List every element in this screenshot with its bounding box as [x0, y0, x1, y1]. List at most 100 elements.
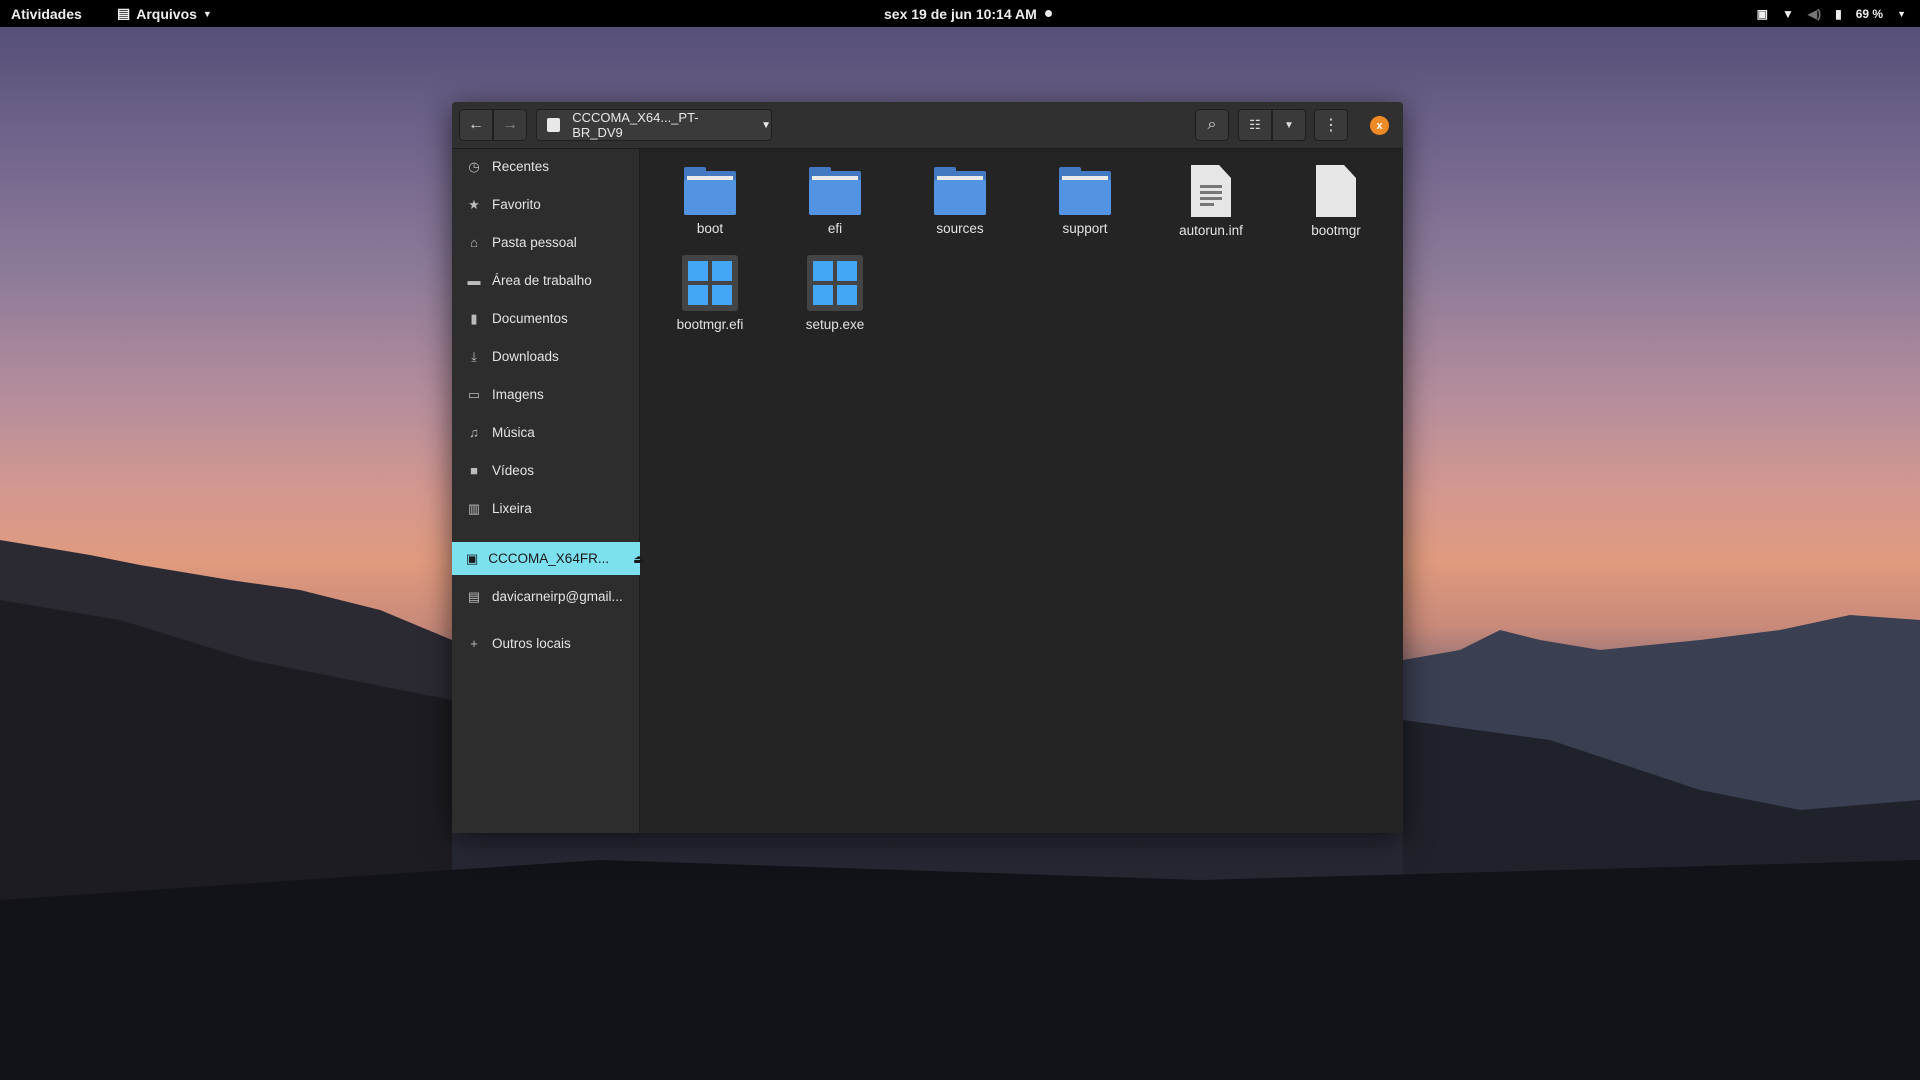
- download-icon: ⤓: [471, 348, 477, 364]
- video-icon: ■: [470, 463, 478, 478]
- desktop-icon: ▬: [467, 273, 481, 288]
- sidebar-item-pasta-pessoal[interactable]: ⌂ Pasta pessoal: [452, 226, 640, 259]
- clock-icon: ◷: [468, 158, 480, 174]
- file-name: autorun.inf: [1179, 223, 1243, 238]
- sidebar-item-network-account[interactable]: ▤ davicarneirp@gmail...: [452, 580, 640, 613]
- sidebar-item-label: Música: [492, 425, 535, 440]
- arrow-right-icon: →: [502, 116, 518, 133]
- file-name: efi: [827, 221, 843, 236]
- chevron-down-icon: ▼: [1897, 8, 1906, 19]
- file-name: sources: [936, 221, 984, 236]
- header-bar: ← → CCCOMA_X64..._PT-BR_DV9 ▼ ⌕ ☷ ▼ ⋮ x: [452, 102, 1403, 149]
- system-tray[interactable]: ▣ ▼ ◀) ▮ 69 % ▼: [1757, 7, 1906, 21]
- sidebar-item-videos[interactable]: ■ Vídeos: [452, 454, 640, 487]
- file-grid: boot efi sources support autorun.inf boo…: [640, 149, 1403, 833]
- clock[interactable]: sex 19 de jun 10:14 AM: [884, 6, 1052, 22]
- file-name: bootmgr: [1311, 223, 1361, 238]
- clock-text: sex 19 de jun 10:14 AM: [884, 5, 1037, 22]
- sidebar-item-label: davicarneirp@gmail...: [492, 589, 623, 604]
- file-item-text[interactable]: autorun.inf: [1151, 163, 1271, 255]
- close-button[interactable]: x: [1370, 116, 1389, 135]
- search-button[interactable]: ⌕: [1195, 109, 1229, 141]
- star-icon: ★: [468, 196, 480, 212]
- screen-icon: ▣: [1756, 6, 1768, 21]
- folder-icon: [809, 167, 861, 215]
- sidebar: ◷ Recentes ★ Favorito ⌂ Pasta pessoal ▬ Área…: [452, 149, 644, 833]
- file-manager-window: ← → CCCOMA_X64..._PT-BR_DV9 ▼ ⌕ ☷ ▼ ⋮ x ◷…: [452, 102, 1403, 833]
- activities-button[interactable]: Atividades: [11, 6, 82, 22]
- menu-button[interactable]: ⋮: [1314, 109, 1348, 141]
- text-file-icon: [1191, 165, 1231, 217]
- sidebar-item-label: CCCOMA_X64FR...: [488, 551, 610, 566]
- view-toggle-button[interactable]: ☷: [1238, 109, 1272, 141]
- folder-icon: [1059, 167, 1111, 215]
- image-icon: ▭: [467, 386, 481, 402]
- sidebar-item-label: Recentes: [492, 159, 550, 174]
- kebab-menu-icon: ⋮: [1323, 117, 1339, 134]
- notification-dot-icon: [1044, 10, 1052, 17]
- files-app-icon: ▤: [117, 5, 131, 21]
- sidebar-item-documentos[interactable]: ▮ Documentos: [452, 302, 640, 335]
- sidebar-item-musica[interactable]: ♫ Música: [452, 416, 640, 449]
- network-icon: ▤: [467, 588, 481, 604]
- windows-executable-icon: [682, 255, 738, 311]
- wifi-icon: ▼: [1781, 6, 1794, 21]
- sidebar-item-label: Documentos: [492, 311, 568, 326]
- file-name: bootmgr.efi: [676, 317, 744, 332]
- file-item-folder[interactable]: support: [1025, 163, 1145, 255]
- chevron-down-icon: ▼: [202, 8, 212, 19]
- sidebar-item-recentes[interactable]: ◷ Recentes: [452, 150, 640, 183]
- sidebar-item-label: Imagens: [492, 387, 544, 402]
- blank-file-icon: [1316, 165, 1356, 217]
- sidebar-item-label: Outros locais: [492, 636, 571, 651]
- sidebar-item-outros-locais[interactable]: + Outros locais: [452, 627, 640, 660]
- drive-icon: ▣: [466, 550, 479, 566]
- app-name: Arquivos: [136, 5, 197, 22]
- file-name: support: [1062, 221, 1108, 236]
- search-icon: ⌕: [1207, 116, 1217, 133]
- home-icon: ⌂: [470, 235, 478, 250]
- folder-icon: [934, 167, 986, 215]
- folder-icon: [684, 167, 736, 215]
- arrow-left-icon: ←: [468, 116, 484, 133]
- sidebar-item-label: Pasta pessoal: [492, 235, 577, 250]
- chevron-down-icon: ▼: [1284, 119, 1294, 131]
- view-options-button[interactable]: ▼: [1272, 109, 1306, 141]
- file-item-blank[interactable]: bootmgr: [1276, 163, 1396, 255]
- sidebar-item-lixeira[interactable]: ▥ Lixeira: [452, 492, 640, 525]
- sidebar-item-label: Vídeos: [492, 463, 535, 478]
- forward-button[interactable]: →: [493, 109, 527, 141]
- volume-icon: ◀): [1807, 6, 1822, 21]
- battery-percent: 69 %: [1855, 6, 1884, 21]
- sidebar-item-label: Downloads: [492, 349, 559, 364]
- sidebar-item-label: Área de trabalho: [492, 273, 592, 288]
- app-menu[interactable]: ▤ Arquivos ▼: [117, 5, 212, 22]
- document-icon: ▮: [470, 310, 478, 326]
- back-button[interactable]: ←: [459, 109, 493, 141]
- file-item-folder[interactable]: sources: [900, 163, 1020, 255]
- list-view-icon: ☷: [1249, 117, 1261, 132]
- sidebar-item-drive[interactable]: ▣ CCCOMA_X64FR... ⏏: [452, 542, 644, 575]
- sidebar-item-label: Favorito: [492, 197, 541, 212]
- file-item-executable[interactable]: bootmgr.efi: [650, 255, 770, 347]
- music-icon: ♫: [469, 425, 479, 440]
- close-icon: x: [1376, 119, 1383, 132]
- file-item-folder[interactable]: boot: [650, 163, 770, 255]
- top-bar: Atividades ▤ Arquivos ▼ sex 19 de jun 10:1…: [0, 0, 1920, 27]
- file-item-folder[interactable]: efi: [775, 163, 895, 255]
- plus-icon: +: [470, 636, 478, 651]
- sidebar-item-label: Lixeira: [492, 501, 532, 516]
- file-name: boot: [696, 221, 724, 236]
- sidebar-item-favorito[interactable]: ★ Favorito: [452, 188, 640, 221]
- sidebar-item-imagens[interactable]: ▭ Imagens: [452, 378, 640, 411]
- windows-executable-icon: [807, 255, 863, 311]
- chevron-down-icon: ▼: [761, 119, 771, 131]
- battery-icon: ▮: [1835, 6, 1842, 21]
- sidebar-item-downloads[interactable]: ⤓ Downloads: [452, 340, 640, 373]
- drive-icon: [547, 118, 561, 132]
- sidebar-item-area-de-trabalho[interactable]: ▬ Área de trabalho: [452, 264, 640, 297]
- trash-icon: ▥: [467, 500, 481, 516]
- file-item-executable[interactable]: setup.exe: [775, 255, 895, 347]
- path-bar[interactable]: CCCOMA_X64..._PT-BR_DV9 ▼: [536, 109, 772, 141]
- file-name: setup.exe: [805, 317, 865, 332]
